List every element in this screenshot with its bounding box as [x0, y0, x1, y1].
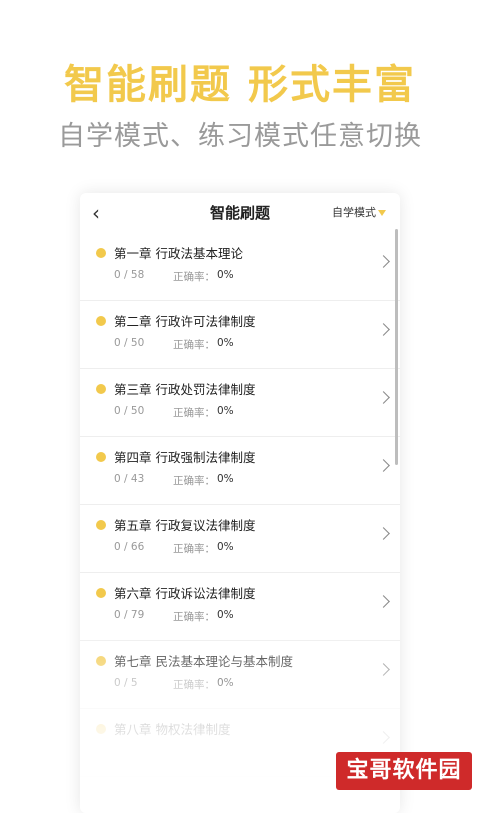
chevron-right-icon: [377, 595, 390, 608]
accuracy-label: 正确率：: [173, 611, 215, 623]
chevron-right-icon: [377, 663, 390, 676]
chapter-item-3[interactable]: 第三章 行政处罚法律制度 0 / 50 正确率： 0%: [80, 369, 400, 437]
bullet-dot-icon: [96, 656, 106, 666]
chapter-item-6[interactable]: 第六章 行政诉讼法律制度 0 / 79 正确率： 0%: [80, 573, 400, 641]
chevron-right-icon: [377, 731, 390, 744]
accuracy-value: 0%: [217, 609, 234, 621]
watermark-logo: 宝哥软件园: [336, 752, 472, 790]
chapter-title: 第八章 物权法律制度: [114, 722, 231, 737]
chevron-right-icon: [377, 459, 390, 472]
promo-subheadline: 自学模式、练习模式任意切换: [58, 121, 422, 152]
bullet-dot-icon: [96, 316, 106, 326]
chapter-title: 第四章 行政强制法律制度: [114, 450, 256, 465]
chevron-right-icon: [377, 323, 390, 336]
accuracy-label: 正确率：: [173, 475, 215, 487]
bullet-dot-icon: [96, 520, 106, 530]
bullet-dot-icon: [96, 588, 106, 598]
accuracy-value: 0%: [217, 337, 234, 349]
scrollbar[interactable]: [395, 229, 398, 465]
chapter-progress: 0 / 50: [114, 337, 145, 349]
mode-dropdown[interactable]: 自学模式: [332, 193, 386, 233]
chevron-right-icon: [377, 255, 390, 268]
accuracy-label: 正确率：: [173, 339, 215, 351]
chapter-progress: 0 / 66: [114, 541, 145, 553]
chapter-title: 第三章 行政处罚法律制度: [114, 382, 256, 397]
accuracy-value: 0%: [217, 473, 234, 485]
accuracy-label: 正确率：: [173, 543, 215, 555]
accuracy-label: 正确率：: [173, 679, 215, 691]
chapter-item-4[interactable]: 第四章 行政强制法律制度 0 / 43 正确率： 0%: [80, 437, 400, 505]
chapter-progress: 0 / 43: [114, 473, 145, 485]
bullet-dot-icon: [96, 248, 106, 258]
accuracy-value: 0%: [217, 405, 234, 417]
chapter-item-7[interactable]: 第七章 民法基本理论与基本制度 0 / 5 正确率： 0%: [80, 641, 400, 709]
nav-bar: ‹ 智能刷题 自学模式: [80, 193, 400, 233]
chapter-title: 第一章 行政法基本理论: [114, 246, 243, 261]
chapter-list: 第一章 行政法基本理论 0 / 58 正确率： 0% 第二章 行政许可法律制度 …: [80, 233, 400, 777]
bullet-dot-icon: [96, 384, 106, 394]
promo-headline: 智能刷题 形式丰富: [64, 62, 416, 108]
chapter-item-2[interactable]: 第二章 行政许可法律制度 0 / 50 正确率： 0%: [80, 301, 400, 369]
accuracy-value: 0%: [217, 269, 234, 281]
chapter-title: 第二章 行政许可法律制度: [114, 314, 256, 329]
chapter-item-5[interactable]: 第五章 行政复议法律制度 0 / 66 正确率： 0%: [80, 505, 400, 573]
chapter-progress: 0 / 58: [114, 269, 145, 281]
chapter-progress: 0 / 5: [114, 677, 138, 689]
bullet-dot-icon: [96, 724, 106, 734]
caret-down-icon: [378, 210, 386, 216]
chevron-right-icon: [377, 391, 390, 404]
chevron-right-icon: [377, 527, 390, 540]
accuracy-value: 0%: [217, 677, 234, 689]
chapter-title: 第七章 民法基本理论与基本制度: [114, 654, 293, 669]
chapter-item-1[interactable]: 第一章 行政法基本理论 0 / 58 正确率： 0%: [80, 233, 400, 301]
chapter-title: 第六章 行政诉讼法律制度: [114, 586, 256, 601]
accuracy-label: 正确率：: [173, 271, 215, 283]
chapter-progress: 0 / 50: [114, 405, 145, 417]
chapter-progress: 0 / 79: [114, 609, 145, 621]
bullet-dot-icon: [96, 452, 106, 462]
phone-screen: ‹ 智能刷题 自学模式 第一章 行政法基本理论 0 / 58 正确率： 0% 第…: [80, 193, 400, 813]
mode-label: 自学模式: [332, 206, 376, 219]
accuracy-value: 0%: [217, 541, 234, 553]
accuracy-label: 正确率：: [173, 407, 215, 419]
chapter-title: 第五章 行政复议法律制度: [114, 518, 256, 533]
